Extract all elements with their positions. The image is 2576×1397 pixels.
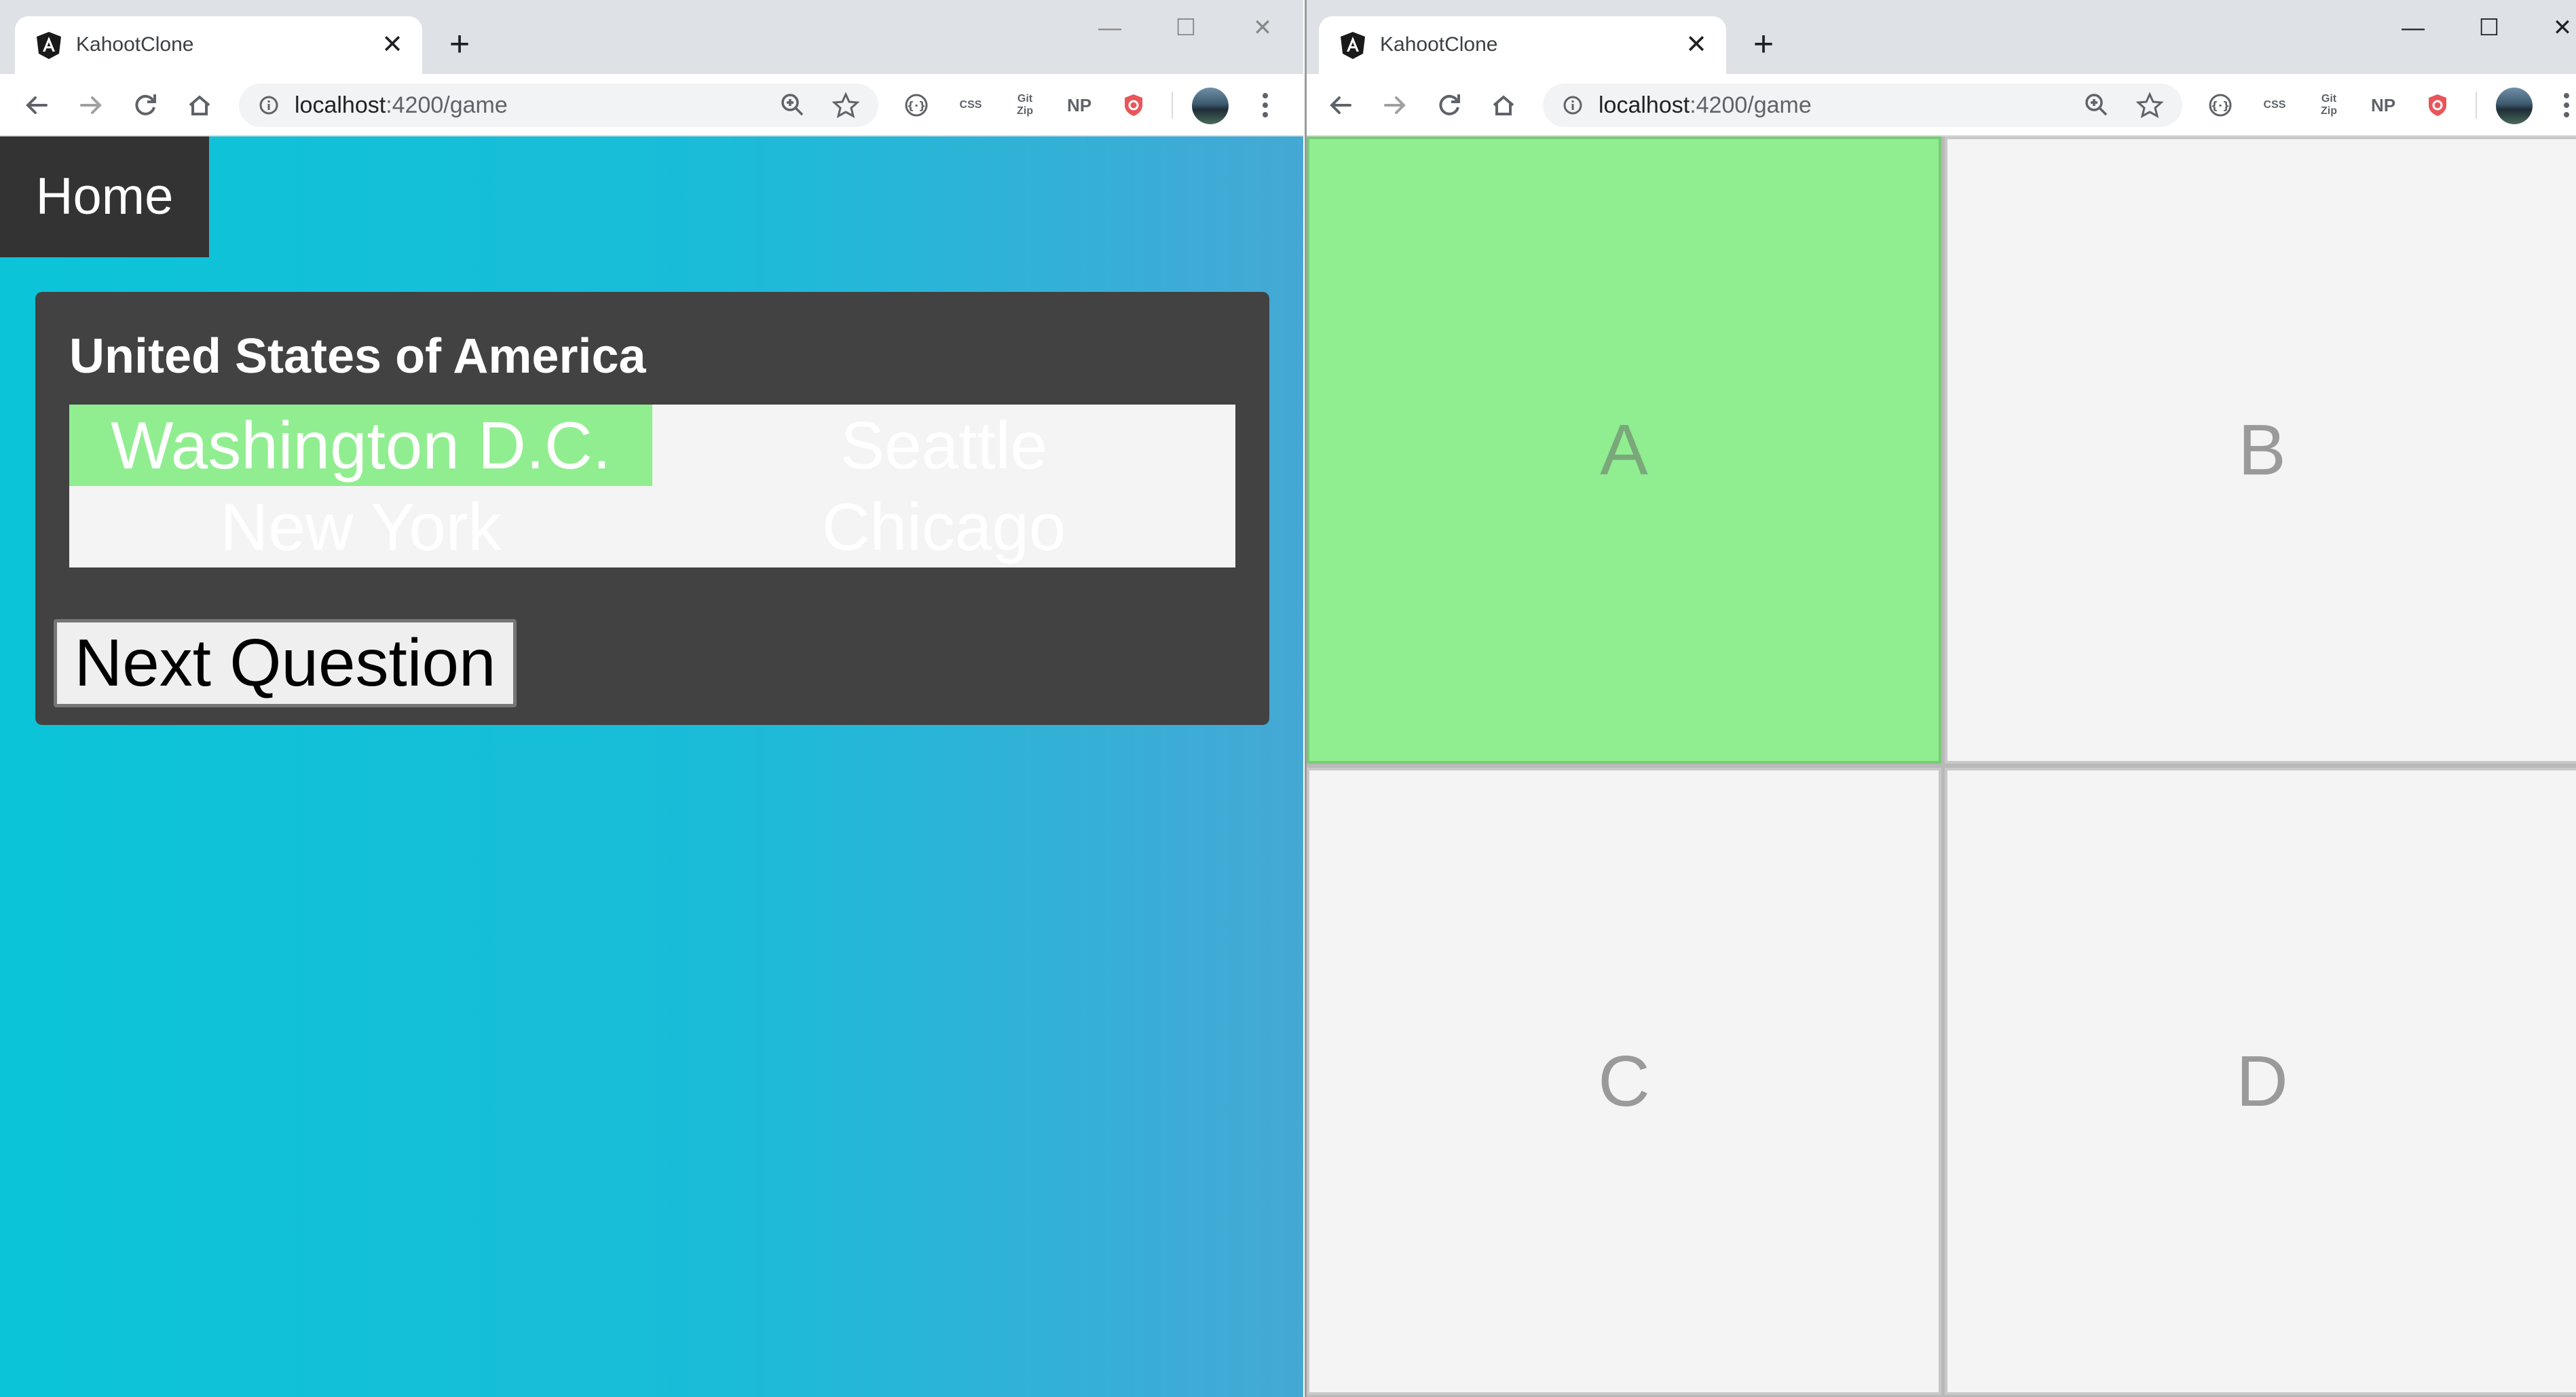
bookmark-star-icon[interactable]: [829, 89, 862, 122]
answer-tile-b[interactable]: B: [1945, 136, 2576, 764]
tab-strip: KahootClone ✕ + — ☐ ✕: [0, 0, 1303, 74]
profile-avatar[interactable]: [1192, 88, 1229, 124]
maximize-button[interactable]: ☐: [1165, 10, 1206, 46]
close-window-button[interactable]: ✕: [1242, 10, 1283, 46]
answer-tile-c[interactable]: C: [1307, 768, 1941, 1395]
address-bar[interactable]: localhost:4200/game: [1543, 83, 2182, 127]
minimize-button[interactable]: —: [2393, 10, 2433, 46]
player-game-page: A B C D: [1307, 136, 2576, 1397]
back-icon[interactable]: [16, 85, 57, 126]
extension-np-icon[interactable]: NP: [2367, 89, 2400, 122]
minimize-button[interactable]: —: [1089, 10, 1130, 46]
extension-brackets-icon[interactable]: {·}: [900, 89, 933, 122]
menu-kebab-icon[interactable]: [2553, 86, 2576, 124]
extension-brackets-icon[interactable]: {·}: [2204, 89, 2237, 122]
forward-icon[interactable]: [71, 85, 111, 126]
browser-toolbar: localhost:4200/game {·} CSS Git Zip NP: [1307, 74, 2576, 136]
url-text: localhost:4200/game: [1599, 92, 1812, 118]
address-bar[interactable]: localhost:4200/game: [239, 83, 878, 127]
menu-kebab-icon[interactable]: [1252, 86, 1279, 124]
svg-text:{·}: {·}: [2211, 99, 2230, 112]
site-info-icon[interactable]: [254, 90, 284, 120]
new-tab-button[interactable]: +: [441, 26, 478, 62]
angular-favicon-icon: [1341, 32, 1365, 59]
reload-icon[interactable]: [125, 85, 166, 126]
site-info-icon[interactable]: [1558, 90, 1588, 120]
url-text: localhost:4200/game: [295, 92, 508, 118]
answer-option: Seattle: [840, 408, 1048, 483]
answer-option: New York: [220, 489, 502, 564]
extension-css-icon[interactable]: CSS: [954, 89, 987, 122]
browser-tab[interactable]: KahootClone ✕: [1319, 16, 1726, 74]
home-icon[interactable]: [179, 85, 220, 126]
profile-avatar[interactable]: [2496, 88, 2533, 124]
extension-shield-icon[interactable]: [2421, 89, 2454, 122]
home-nav-button[interactable]: Home: [0, 136, 209, 257]
question-card: United States of America Washington D.C.…: [35, 292, 1269, 725]
home-icon[interactable]: [1483, 85, 1524, 126]
toolbar-separator: [2476, 92, 2477, 119]
extension-gitzip-icon[interactable]: Git Zip: [1009, 89, 1041, 122]
host-game-page: Home United States of America Washington…: [0, 136, 1303, 1397]
forward-icon[interactable]: [1375, 85, 1415, 126]
extension-css-icon[interactable]: CSS: [2258, 89, 2291, 122]
answer-tile-a[interactable]: A: [1307, 136, 1941, 764]
next-question-button[interactable]: Next Question: [54, 619, 517, 707]
close-window-button[interactable]: ✕: [2542, 10, 2576, 46]
tab-strip: KahootClone ✕ + — ☐ ✕: [1307, 0, 2576, 74]
answer-grid: Washington D.C. Seattle New York Chicago: [69, 405, 1235, 567]
reload-icon[interactable]: [1429, 85, 1470, 126]
zoom-icon[interactable]: [777, 89, 809, 122]
bookmark-star-icon[interactable]: [2133, 89, 2166, 122]
svg-text:{·}: {·}: [907, 99, 927, 112]
tab-title: KahootClone: [1380, 33, 1498, 56]
answer-option: Chicago: [821, 489, 1066, 564]
zoom-icon[interactable]: [2080, 89, 2113, 122]
answer-tile-d[interactable]: D: [1945, 768, 2576, 1395]
answer-option-correct: Washington D.C.: [69, 405, 652, 486]
angular-favicon-icon: [37, 32, 61, 59]
back-icon[interactable]: [1320, 85, 1361, 126]
tab-close-icon[interactable]: ✕: [1683, 31, 1710, 58]
browser-window-host: KahootClone ✕ + — ☐ ✕ localhost:4200/gam…: [0, 0, 1303, 1397]
extension-np-icon[interactable]: NP: [1063, 89, 1096, 122]
browser-toolbar: localhost:4200/game {·} CSS Git Zip NP: [0, 74, 1303, 136]
maximize-button[interactable]: ☐: [2469, 10, 2509, 46]
new-tab-button[interactable]: +: [1745, 26, 1782, 62]
tab-close-icon[interactable]: ✕: [379, 31, 406, 58]
tab-title: KahootClone: [76, 33, 194, 56]
browser-tab[interactable]: KahootClone ✕: [15, 16, 422, 74]
question-title: United States of America: [69, 329, 646, 384]
extension-gitzip-icon[interactable]: Git Zip: [2313, 89, 2345, 122]
browser-window-player: KahootClone ✕ + — ☐ ✕ localhost:4200/gam…: [1305, 0, 2576, 1397]
extension-shield-icon[interactable]: [1117, 89, 1150, 122]
toolbar-separator: [1172, 92, 1173, 119]
